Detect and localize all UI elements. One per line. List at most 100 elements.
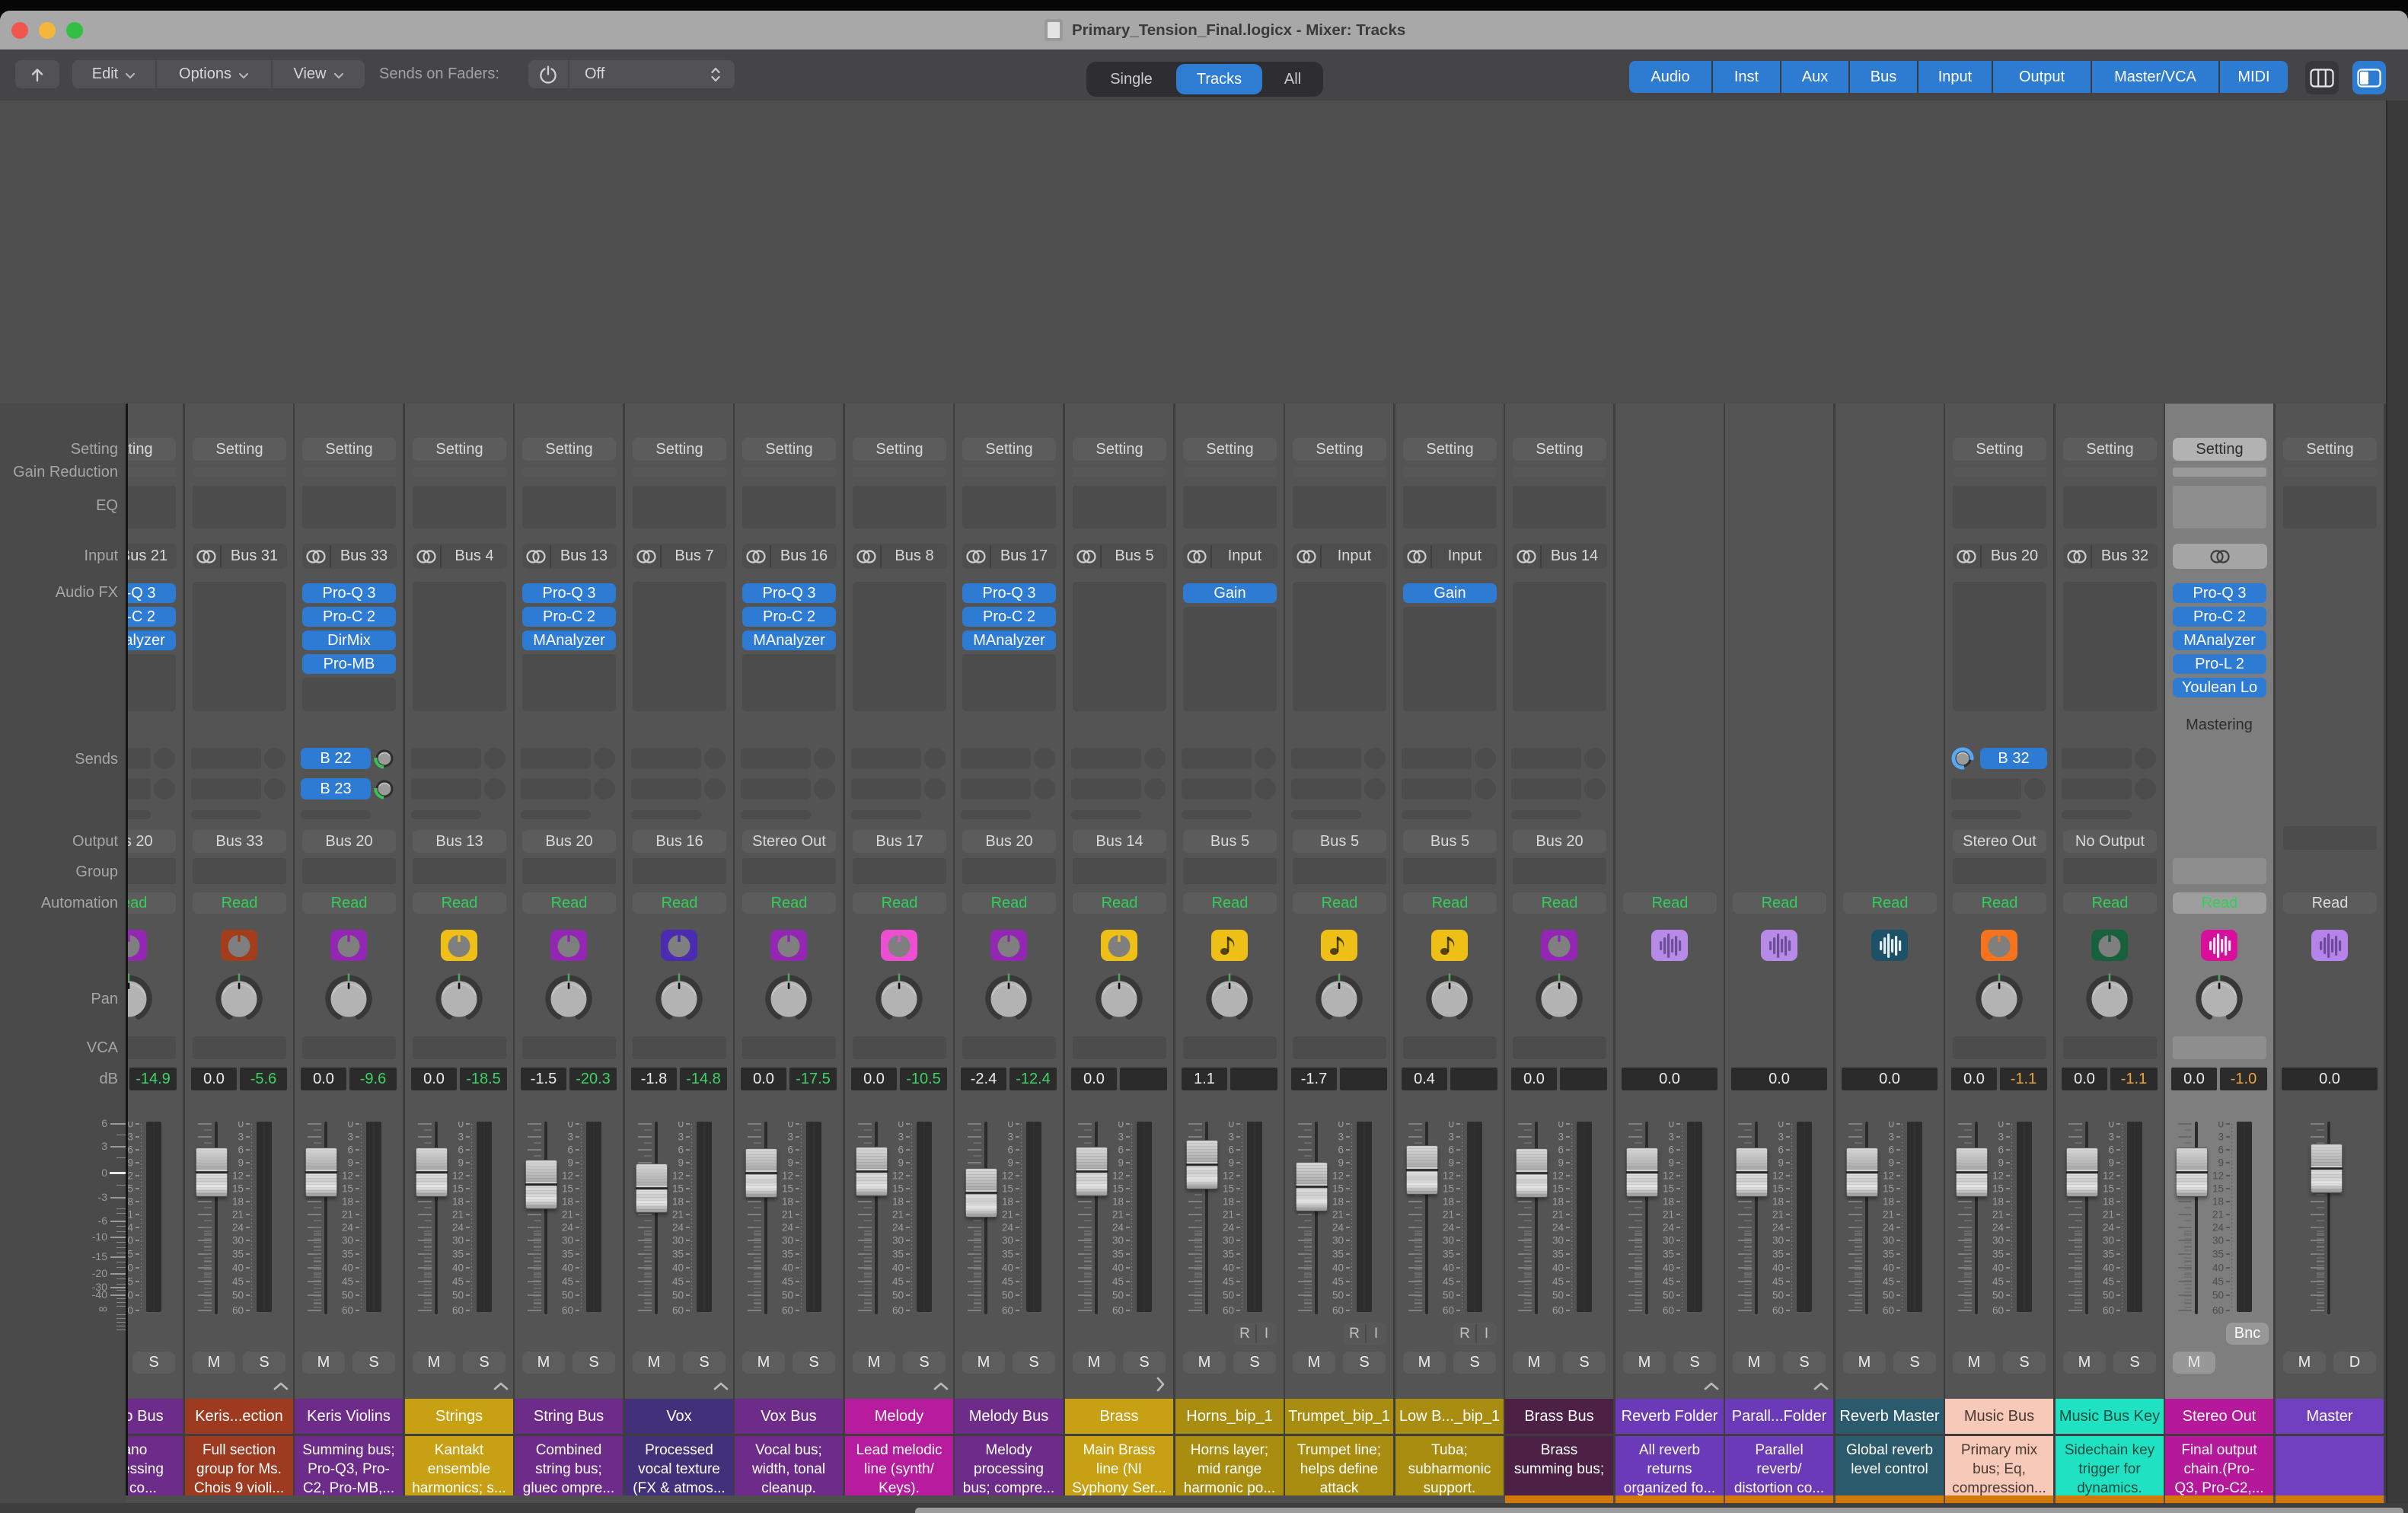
svg-text:50: 50 xyxy=(672,1290,684,1301)
svg-text:18: 18 xyxy=(672,1196,684,1208)
svg-text:9: 9 xyxy=(1228,1157,1234,1169)
svg-text:6: 6 xyxy=(1998,1144,2004,1156)
svg-text:3: 3 xyxy=(127,1132,133,1143)
svg-text:9: 9 xyxy=(127,1157,133,1169)
svg-text:35: 35 xyxy=(1112,1249,1124,1260)
svg-text:21: 21 xyxy=(232,1209,244,1221)
svg-text:45: 45 xyxy=(892,1276,904,1288)
svg-text:60: 60 xyxy=(1883,1305,1894,1315)
svg-text:21: 21 xyxy=(1772,1209,1784,1221)
svg-text:35: 35 xyxy=(2103,1249,2114,1260)
svg-text:6: 6 xyxy=(1448,1144,1454,1156)
svg-text:35: 35 xyxy=(1223,1249,1234,1260)
svg-text:12: 12 xyxy=(1772,1170,1784,1182)
svg-text:3: 3 xyxy=(898,1132,904,1143)
svg-text:6: 6 xyxy=(347,1144,353,1156)
svg-text:15: 15 xyxy=(2212,1183,2224,1195)
svg-text:60: 60 xyxy=(672,1305,684,1315)
svg-text:3: 3 xyxy=(1118,1132,1124,1143)
svg-text:9: 9 xyxy=(1007,1157,1013,1169)
svg-text:35: 35 xyxy=(782,1249,793,1260)
svg-text:24: 24 xyxy=(1443,1222,1455,1234)
svg-text:9: 9 xyxy=(347,1157,353,1169)
svg-text:6: 6 xyxy=(2218,1144,2224,1156)
svg-text:12: 12 xyxy=(452,1170,464,1182)
svg-text:3: 3 xyxy=(1778,1132,1784,1143)
svg-text:50: 50 xyxy=(2103,1290,2114,1301)
svg-text:60: 60 xyxy=(2103,1305,2114,1315)
svg-text:21: 21 xyxy=(672,1209,684,1221)
svg-text:0: 0 xyxy=(1338,1122,1344,1130)
svg-text:15: 15 xyxy=(672,1183,684,1195)
svg-text:35: 35 xyxy=(342,1249,353,1260)
svg-text:3: 3 xyxy=(1998,1132,2004,1143)
svg-text:6: 6 xyxy=(458,1144,464,1156)
svg-text:0: 0 xyxy=(347,1122,353,1130)
svg-text:6: 6 xyxy=(238,1144,244,1156)
svg-text:60: 60 xyxy=(1772,1305,1784,1315)
svg-text:60: 60 xyxy=(1002,1305,1013,1315)
svg-text:45: 45 xyxy=(1223,1276,1234,1288)
svg-text:9: 9 xyxy=(1118,1157,1124,1169)
svg-text:50: 50 xyxy=(1992,1290,2004,1301)
svg-text:24: 24 xyxy=(672,1222,684,1234)
svg-text:30: 30 xyxy=(1443,1235,1454,1246)
svg-text:15: 15 xyxy=(1992,1183,2004,1195)
svg-text:45: 45 xyxy=(1443,1276,1454,1288)
svg-text:15: 15 xyxy=(1223,1183,1234,1195)
svg-text:0: 0 xyxy=(1668,1122,1674,1130)
svg-text:50: 50 xyxy=(1223,1290,1234,1301)
svg-text:12: 12 xyxy=(1332,1170,1344,1182)
svg-text:40: 40 xyxy=(2212,1262,2224,1274)
svg-text:40: 40 xyxy=(1992,1262,2004,1274)
svg-text:3: 3 xyxy=(1888,1132,1894,1143)
svg-text:9: 9 xyxy=(1448,1157,1454,1169)
svg-text:18: 18 xyxy=(2212,1196,2224,1208)
svg-text:30: 30 xyxy=(672,1235,684,1246)
svg-text:40: 40 xyxy=(1883,1262,1894,1274)
svg-text:18: 18 xyxy=(1992,1196,2004,1208)
svg-text:12: 12 xyxy=(342,1170,353,1182)
svg-text:45: 45 xyxy=(562,1276,573,1288)
svg-text:40: 40 xyxy=(782,1262,793,1274)
svg-text:40: 40 xyxy=(1002,1262,1013,1274)
svg-text:21: 21 xyxy=(342,1209,353,1221)
svg-text:35: 35 xyxy=(672,1249,684,1260)
svg-text:15: 15 xyxy=(782,1183,793,1195)
svg-text:50: 50 xyxy=(562,1290,573,1301)
svg-text:35: 35 xyxy=(1002,1249,1013,1260)
svg-text:60: 60 xyxy=(782,1305,793,1315)
svg-text:9: 9 xyxy=(1338,1157,1344,1169)
svg-text:18: 18 xyxy=(892,1196,904,1208)
svg-text:12: 12 xyxy=(2103,1170,2114,1182)
svg-text:35: 35 xyxy=(1552,1249,1564,1260)
svg-text:0: 0 xyxy=(787,1122,793,1130)
svg-text:24: 24 xyxy=(1992,1222,2005,1234)
svg-text:40: 40 xyxy=(1772,1262,1784,1274)
svg-text:3: 3 xyxy=(2218,1132,2224,1143)
svg-text:40: 40 xyxy=(1552,1262,1564,1274)
svg-text:21: 21 xyxy=(1552,1209,1564,1221)
svg-text:9: 9 xyxy=(678,1157,684,1169)
svg-text:9: 9 xyxy=(567,1157,573,1169)
svg-text:0: 0 xyxy=(238,1122,244,1130)
svg-text:18: 18 xyxy=(2103,1196,2114,1208)
svg-text:3: 3 xyxy=(347,1132,353,1143)
svg-text:30: 30 xyxy=(2103,1235,2114,1246)
svg-text:12: 12 xyxy=(672,1170,684,1182)
svg-text:60: 60 xyxy=(1332,1305,1344,1315)
svg-text:0: 0 xyxy=(1558,1122,1564,1130)
svg-text:18: 18 xyxy=(342,1196,353,1208)
svg-text:15: 15 xyxy=(562,1183,573,1195)
svg-text:50: 50 xyxy=(1332,1290,1344,1301)
svg-text:21: 21 xyxy=(892,1209,904,1221)
svg-text:12: 12 xyxy=(892,1170,904,1182)
svg-text:18: 18 xyxy=(452,1196,464,1208)
svg-text:30: 30 xyxy=(452,1235,464,1246)
svg-text:35: 35 xyxy=(1332,1249,1344,1260)
svg-text:3: 3 xyxy=(1228,1132,1234,1143)
svg-text:40: 40 xyxy=(672,1262,684,1274)
svg-text:3: 3 xyxy=(1558,1132,1564,1143)
svg-text:30: 30 xyxy=(1552,1235,1564,1246)
svg-text:40: 40 xyxy=(1112,1262,1124,1274)
